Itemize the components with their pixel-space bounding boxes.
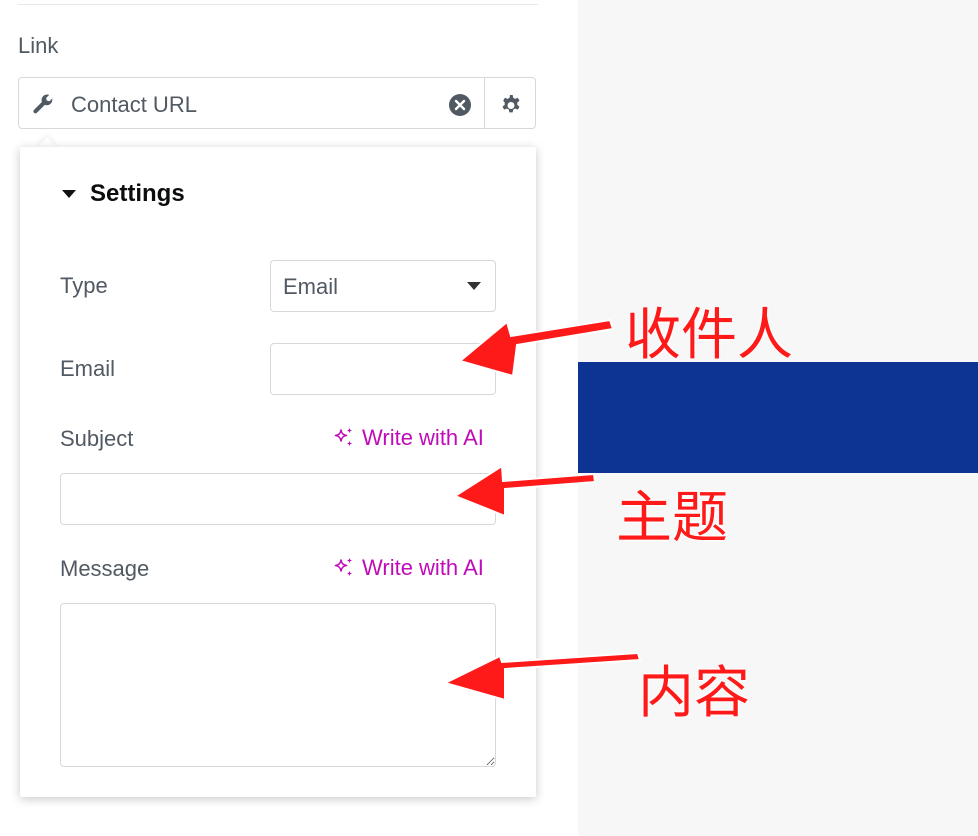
caret-down-icon [62,190,76,198]
link-control[interactable]: Contact URL [18,77,536,129]
sparkle-icon [334,428,352,446]
divider [18,4,538,5]
ai-link-label: Write with AI [362,555,484,580]
annotation-content: 内容 [638,661,750,726]
type-label: Type [60,273,108,298]
type-select[interactable]: Email [270,260,496,312]
link-label: Link [18,33,59,58]
editor-panel: Link Contact URL Settings Type Email Ema… [0,0,578,836]
message-textarea[interactable] [60,603,496,767]
settings-title: Settings [90,180,185,207]
annotation-subject: 主题 [616,486,728,551]
settings-popover: Settings Type Email Email Subject Write … [20,147,536,797]
divider [484,78,485,128]
sparkle-icon [334,558,352,576]
preview-blue-section [578,362,978,473]
type-select-value: Email [283,274,339,299]
subject-label: Subject [60,426,134,451]
caret-down-icon [467,282,481,290]
subject-input[interactable] [60,473,496,525]
settings-toggle[interactable]: Settings [62,180,185,208]
subject-write-with-ai-button[interactable]: Write with AI [332,425,484,451]
email-label: Email [60,356,116,381]
ai-link-label: Write with AI [362,425,484,450]
gear-icon[interactable] [499,92,523,116]
message-write-with-ai-button[interactable]: Write with AI [332,555,484,581]
annotation-recipient: 收件人 [625,303,793,368]
link-value: Contact URL [71,92,197,117]
email-input[interactable] [270,343,496,395]
message-label: Message [60,556,150,581]
clear-icon[interactable] [448,93,472,117]
wrench-icon [33,94,53,114]
